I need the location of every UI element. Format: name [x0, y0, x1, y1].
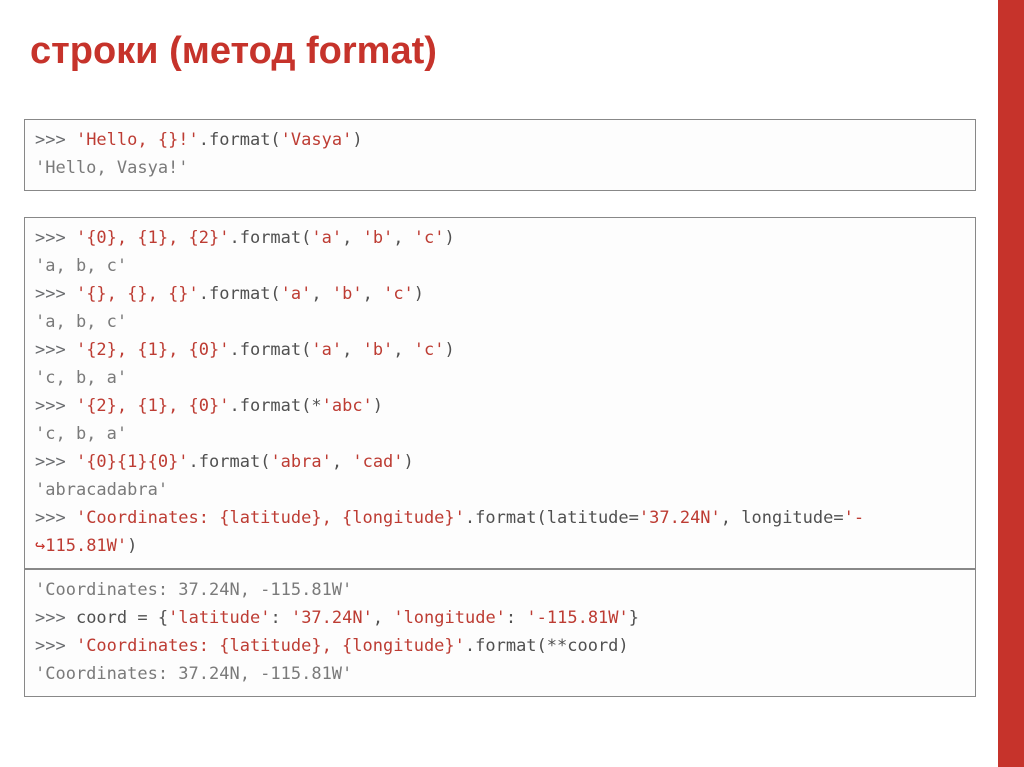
code-string: '{2}, {1}, {0}' — [76, 340, 230, 360]
code-string: 115.81W' — [45, 536, 127, 556]
repl-prompt: >>> — [35, 508, 76, 528]
code-text: ) — [404, 452, 414, 472]
code-text: .format(**coord) — [465, 636, 629, 656]
code-text: , longitude= — [721, 508, 844, 528]
code-text: : — [270, 608, 290, 628]
code-text: .format( — [229, 228, 311, 248]
code-string: 'a' — [311, 340, 342, 360]
code-string: 'Coordinates: {latitude}, {longitude}' — [76, 508, 465, 528]
repl-prompt: >>> — [35, 284, 76, 304]
accent-sidebar — [998, 0, 1024, 767]
code-text: , — [342, 340, 362, 360]
code-string: '{0}, {1}, {2}' — [76, 228, 230, 248]
code-text: = — [137, 608, 157, 628]
code-box-1: >>> 'Hello, {}!'.format('Vasya') 'Hello,… — [24, 119, 976, 191]
code-line: >>> '{2}, {1}, {0}'.format('a', 'b', 'c'… — [35, 336, 965, 364]
code-box-3: 'Coordinates: 37.24N, -115.81W' >>> coor… — [24, 569, 976, 697]
code-string: 'a' — [311, 228, 342, 248]
code-line: >>> '{0}, {1}, {2}'.format('a', 'b', 'c'… — [35, 224, 965, 252]
code-text: , — [332, 452, 352, 472]
code-text: ) — [373, 396, 383, 416]
code-string: '{}, {}, {}' — [76, 284, 199, 304]
code-text: ) — [352, 130, 362, 150]
code-string: '- — [844, 508, 864, 528]
code-line: >>> coord = {'latitude': '37.24N', 'long… — [35, 604, 965, 632]
code-text: ) — [445, 340, 455, 360]
code-text: .format( — [229, 340, 311, 360]
code-text: ) — [414, 284, 424, 304]
code-output: 'Hello, Vasya!' — [35, 154, 965, 182]
code-text: ) — [127, 536, 137, 556]
code-text: , — [373, 608, 393, 628]
repl-prompt: >>> — [35, 396, 76, 416]
code-text: .format( — [189, 452, 271, 472]
code-string: 'b' — [332, 284, 363, 304]
code-text: ) — [445, 228, 455, 248]
code-string: '-115.81W' — [526, 608, 628, 628]
code-line: >>> '{2}, {1}, {0}'.format(*'abc') — [35, 392, 965, 420]
code-string: 'Hello, {}!' — [76, 130, 199, 150]
repl-prompt: >>> — [35, 130, 76, 150]
code-text: , — [363, 284, 383, 304]
code-string: 'a' — [281, 284, 312, 304]
code-text: , — [342, 228, 362, 248]
repl-prompt: >>> — [35, 228, 76, 248]
code-text: : — [506, 608, 526, 628]
repl-prompt: >>> — [35, 636, 76, 656]
code-string: '{0}{1}{0}' — [76, 452, 189, 472]
code-line: >>> 'Hello, {}!'.format('Vasya') — [35, 126, 965, 154]
code-string: 'c' — [414, 340, 445, 360]
code-output: 'c, b, a' — [35, 420, 965, 448]
code-output: 'abracadabra' — [35, 476, 965, 504]
repl-prompt: >>> — [35, 452, 76, 472]
repl-prompt: >>> — [35, 608, 76, 628]
code-box-2: >>> '{0}, {1}, {2}'.format('a', 'b', 'c'… — [24, 217, 976, 569]
code-string: 'Coordinates: {latitude}, {longitude}' — [76, 636, 465, 656]
code-string: 'Vasya' — [281, 130, 353, 150]
code-text: coord — [76, 608, 137, 628]
code-string: 'b' — [363, 228, 394, 248]
repl-prompt: >>> — [35, 340, 76, 360]
code-line: >>> '{}, {}, {}'.format('a', 'b', 'c') — [35, 280, 965, 308]
code-text: .format( — [199, 130, 281, 150]
code-output: 'c, b, a' — [35, 364, 965, 392]
code-string: '{2}, {1}, {0}' — [76, 396, 230, 416]
code-line: ↪115.81W') — [35, 532, 965, 560]
slide-content: строки (метод format) >>> 'Hello, {}!'.f… — [0, 0, 1024, 697]
code-output: 'a, b, c' — [35, 252, 965, 280]
code-string: 'cad' — [352, 452, 403, 472]
code-text: .format( — [199, 284, 281, 304]
code-string: 'c' — [414, 228, 445, 248]
code-text: .format(* — [229, 396, 321, 416]
slide-title: строки (метод format) — [30, 30, 976, 73]
code-text: { — [158, 608, 168, 628]
code-string: '37.24N' — [639, 508, 721, 528]
code-line: >>> '{0}{1}{0}'.format('abra', 'cad') — [35, 448, 965, 476]
code-line: >>> 'Coordinates: {latitude}, {longitude… — [35, 632, 965, 660]
code-text: , — [393, 228, 413, 248]
code-text: , — [311, 284, 331, 304]
code-string: 'latitude' — [168, 608, 270, 628]
code-string: 'abra' — [270, 452, 331, 472]
code-output: 'a, b, c' — [35, 308, 965, 336]
continuation-arrow-icon: ↪ — [35, 536, 45, 556]
code-string: 'c' — [383, 284, 414, 304]
code-text: } — [629, 608, 639, 628]
code-output: 'Coordinates: 37.24N, -115.81W' — [35, 576, 965, 604]
code-string: 'abc' — [322, 396, 373, 416]
code-line: >>> 'Coordinates: {latitude}, {longitude… — [35, 504, 965, 532]
code-output: 'Coordinates: 37.24N, -115.81W' — [35, 660, 965, 688]
code-string: 'b' — [363, 340, 394, 360]
code-string: '37.24N' — [291, 608, 373, 628]
code-string: 'longitude' — [393, 608, 506, 628]
code-text: .format(latitude= — [465, 508, 639, 528]
code-text: , — [393, 340, 413, 360]
